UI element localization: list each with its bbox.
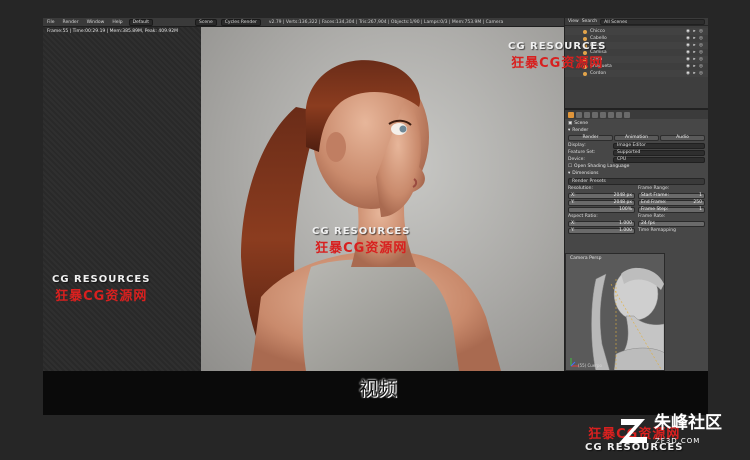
device-row: Device: CPU (568, 156, 705, 163)
scene-tab-icon[interactable] (584, 111, 590, 118)
outliner-item-label: Cordon (590, 71, 607, 76)
camera-icon: ▣ (568, 121, 573, 126)
visibility-icons[interactable]: ◉ ▸ ◎ (686, 71, 704, 76)
frame-range-label: Frame Range: (638, 186, 670, 191)
video-subtitle: 视频 (359, 378, 398, 400)
aspect-label: Aspect Ratio: (568, 214, 598, 219)
video-frame: File Render Window Help Default Scene Cy… (0, 0, 750, 460)
letterbox-top (0, 0, 750, 18)
zf-logo-icon (619, 419, 647, 443)
resolution-percent-field[interactable]: 100% (568, 207, 635, 213)
menu-help[interactable]: Help (108, 20, 126, 25)
active-object-label: (55) Cuerpo (578, 363, 602, 368)
audio-button[interactable]: Audio (660, 135, 705, 141)
outliner-search-menu[interactable]: Search (582, 19, 597, 24)
feature-row: Feature Set: Supported (568, 149, 705, 156)
menu-window[interactable]: Window (83, 20, 109, 25)
object-icon (583, 71, 587, 76)
solid-character-preview (591, 267, 664, 370)
display-select[interactable]: Image Editor (613, 142, 705, 149)
resolution-column: Resolution: X: 2048 px Y: 2048 px 100% Asp… (568, 186, 635, 235)
dimensions-columns: Resolution: X: 2048 px Y: 2048 px 100% Asp… (568, 186, 705, 235)
render-panel: ▣ Scene ▾ Render Render Animation Audio Di… (565, 119, 708, 236)
object-icon (583, 29, 587, 34)
menu-file[interactable]: File (43, 20, 59, 25)
aspect-y-field[interactable]: Y: 1.000 (568, 228, 635, 234)
render-buttons: Render Animation Audio (568, 135, 705, 141)
left-empty-region: Frame:55 | Time:00:29.19 | Mem:385.89M, … (43, 27, 201, 371)
layers-tab-icon[interactable] (576, 111, 582, 118)
frame-info: Frame:55 | Time:00:29.19 | Mem:385.89M, … (47, 29, 178, 34)
resolution-x-field[interactable]: X: 2048 px (568, 193, 635, 199)
dimensions-section-header[interactable]: ▾ Dimensions (568, 170, 705, 177)
collapse-icon: ▾ (568, 171, 571, 176)
osl-checkbox[interactable]: ☐ Open Shading Language (568, 163, 705, 170)
object-icon (583, 36, 587, 41)
visibility-icons[interactable]: ◉ ▸ ◎ (686, 43, 704, 48)
animation-button[interactable]: Animation (614, 135, 659, 141)
resolution-label: Resolution: (568, 186, 594, 191)
scene-breadcrumb: ▣ Scene (568, 121, 588, 126)
watermark-top-right: CG RESOURCES 狂暴CG资源网 (508, 41, 607, 71)
frame-rate-select[interactable]: 24 fps (638, 221, 705, 227)
outliner-filter[interactable]: All Scenes (600, 18, 705, 25)
start-frame-field[interactable]: Start Frame: 1 (638, 193, 705, 199)
time-remap-label: Time Remapping (638, 228, 676, 233)
display-row: Display: Image Editor (568, 142, 705, 149)
visibility-icons[interactable]: ◉ ▸ ◎ (686, 57, 704, 62)
aspect-x-field[interactable]: X: 1.000 (568, 221, 635, 227)
frame-step-field[interactable]: Frame Step: 1 (638, 207, 705, 213)
visibility-icons[interactable]: ◉ ▸ ◎ (686, 64, 704, 69)
watermark-left: CG RESOURCES 狂暴CG资源网 (52, 274, 151, 304)
end-frame-field[interactable]: End Frame: 250 (638, 200, 705, 206)
world-tab-icon[interactable] (592, 111, 598, 118)
render-tab-icon[interactable] (568, 111, 574, 118)
properties-tabs (565, 110, 708, 119)
scene-selector[interactable]: Scene (195, 18, 217, 26)
rendered-viewport[interactable] (201, 27, 564, 371)
scene-stats: v2.79 | Verts:136,322 | Faces:134,304 | … (268, 19, 504, 25)
camera-preview-viewport[interactable]: Camera Persp (55) Cuerpo (565, 253, 665, 371)
outliner-row[interactable]: Cordon ◉ ▸ ◎ (565, 70, 708, 77)
outliner-item-label: Chicco (590, 29, 605, 34)
material-tab-icon[interactable] (624, 111, 630, 118)
logo-url: ZF3D.COM (655, 437, 701, 445)
logo-text: 朱峰社区 (654, 413, 722, 433)
feature-set-select[interactable]: Supported (613, 149, 705, 156)
collapse-icon: ▾ (568, 128, 571, 133)
visibility-icons[interactable]: ◉ ▸ ◎ (686, 36, 704, 41)
render-engine-selector[interactable]: Cycles Render (220, 18, 261, 26)
checkbox-icon: ☐ (568, 164, 573, 169)
resolution-y-field[interactable]: Y: 2048 px (568, 200, 635, 206)
constraints-tab-icon[interactable] (608, 111, 614, 118)
frame-range-column: Frame Range: Start Frame: 1 End Frame: 250… (638, 186, 705, 235)
render-section-header[interactable]: ▾ Render (568, 127, 705, 134)
visibility-icons[interactable]: ◉ ▸ ◎ (686, 50, 704, 55)
watermark-center: CG RESOURCES 狂暴CG资源网 (312, 226, 411, 256)
object-tab-icon[interactable] (600, 111, 606, 118)
outliner-row[interactable]: Chicco ◉ ▸ ◎ (565, 28, 708, 35)
device-select[interactable]: CPU (613, 156, 705, 163)
outliner-view-menu[interactable]: View (568, 19, 579, 24)
menu-render[interactable]: Render (59, 20, 83, 25)
character-render (241, 60, 501, 371)
visibility-icons[interactable]: ◉ ▸ ◎ (686, 29, 704, 34)
modifiers-tab-icon[interactable] (616, 111, 622, 118)
frame-rate-label: Frame Rate: (638, 214, 666, 219)
render-presets-select[interactable]: Render Presets (568, 178, 705, 185)
render-button[interactable]: Render (568, 135, 613, 141)
outliner-header: View Search All Scenes (565, 18, 708, 26)
layout-selector[interactable]: Default (128, 18, 154, 26)
